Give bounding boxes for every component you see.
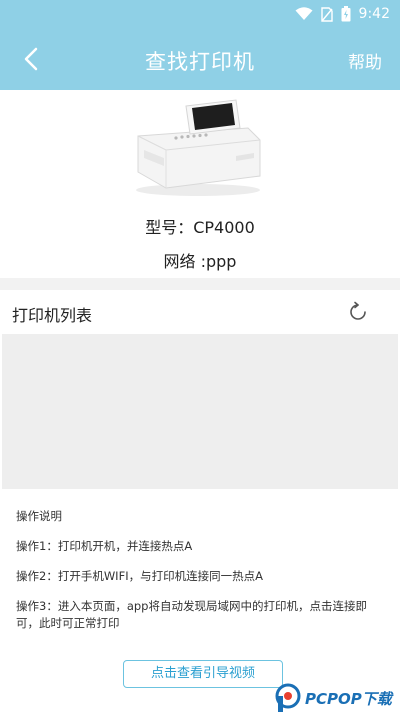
instruction-step: 操作3：进入本页面，app将自动发现局域网中的打印机，点击连接即可，此时可正常打… (16, 599, 367, 630)
instructions-heading: 操作说明 (16, 509, 62, 523)
status-icons: 9:42 (295, 5, 390, 23)
app-header: 9:42 查找打印机 帮助 (0, 0, 400, 90)
battery-icon (341, 6, 351, 22)
instructions: 操作说明 操作1：打印机开机，并连接热点A 操作2：打开手机WIFI，与打印机连… (16, 508, 386, 645)
wifi-icon (295, 7, 313, 20)
printer-list (2, 334, 398, 489)
help-button[interactable]: 帮助 (348, 48, 382, 73)
pcpop-logo-icon (275, 683, 301, 712)
no-sim-icon (320, 6, 333, 22)
refresh-button[interactable] (346, 300, 370, 324)
printer-model: 型号：CP4000 (145, 218, 255, 237)
watermark-text: PCPOP下载 (305, 689, 392, 708)
instruction-step: 操作1：打印机开机，并连接热点A (16, 539, 193, 553)
guide-video-button[interactable]: 点击查看引导视频 (123, 660, 283, 688)
printer-network: 网络 :ppp (163, 252, 237, 271)
printer-list-title: 打印机列表 (12, 306, 93, 325)
printer-list-header: 打印机列表 (0, 290, 400, 334)
section-divider (0, 278, 400, 290)
refresh-icon (350, 301, 366, 320)
watermark: PCPOP下载 (275, 682, 400, 714)
printer-image (128, 98, 268, 198)
status-time: 9:42 (358, 6, 390, 22)
instruction-step: 操作2：打开手机WIFI，与打印机连接同一热点A (16, 569, 263, 583)
page-title: 查找打印机 (145, 50, 255, 74)
status-bar: 9:42 (0, 0, 400, 28)
nav-bar: 查找打印机 帮助 (0, 28, 400, 90)
